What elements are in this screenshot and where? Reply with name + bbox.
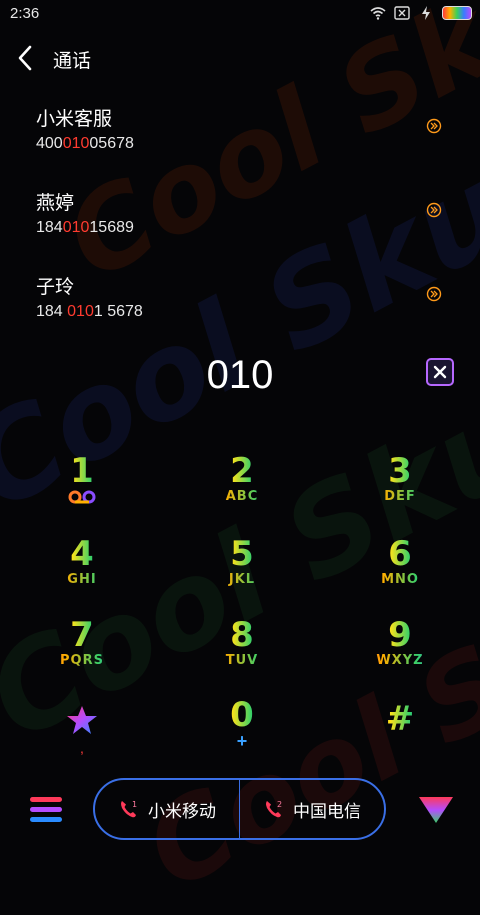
- key-3[interactable]: 3 DEF: [350, 452, 450, 522]
- clear-button[interactable]: [426, 358, 454, 386]
- key-8[interactable]: 8 TUV: [192, 616, 292, 686]
- key-letters: ABC: [192, 490, 292, 504]
- key-2[interactable]: 2 ABC: [192, 452, 292, 522]
- status-bar: 2:36: [0, 0, 480, 28]
- menu-icon[interactable]: [30, 795, 62, 825]
- key-0[interactable]: 0 +: [192, 696, 292, 766]
- status-icons: [370, 6, 472, 20]
- key-digit: #: [350, 700, 450, 738]
- contact-detail-icon[interactable]: [426, 202, 442, 218]
- key-letters: PQRS: [32, 654, 132, 668]
- key-digit: 1: [32, 452, 132, 490]
- key-letters: TUV: [192, 654, 292, 668]
- key-4[interactable]: 4 GHI: [32, 535, 132, 605]
- key-5[interactable]: 5 JKL: [192, 535, 292, 605]
- sim1-label: 小米移动: [148, 801, 216, 821]
- key-7[interactable]: 7 PQRS: [32, 616, 132, 686]
- status-time: 2:36: [10, 5, 40, 22]
- key-letters: +: [236, 731, 248, 751]
- key-6[interactable]: 6 MNO: [350, 535, 450, 605]
- key-digit: 8: [192, 616, 292, 654]
- contact-detail-icon[interactable]: [426, 286, 442, 302]
- no-sim-icon: [394, 6, 410, 20]
- key-digit: 5: [192, 535, 292, 573]
- key-digit: 0: [192, 696, 292, 734]
- key-hash[interactable]: #: [350, 700, 450, 770]
- phone-sim2-icon: 2: [266, 800, 282, 818]
- contact-item[interactable]: 小米客服 40001005678: [0, 104, 480, 188]
- bottom-bar: 1 小米移动 2 中国电信: [0, 775, 480, 845]
- key-letters: WXYZ: [350, 654, 450, 668]
- key-letters: JKL: [192, 573, 292, 587]
- back-arrow-icon[interactable]: [14, 44, 38, 72]
- contact-number: 184 0101 5678: [36, 303, 143, 320]
- key-digit: 7: [32, 616, 132, 654]
- contact-item[interactable]: 子玲 184 0101 5678: [0, 272, 480, 356]
- key-digit: 9: [350, 616, 450, 654]
- page-title: 通话: [53, 51, 92, 72]
- contact-name: 燕婷: [36, 193, 75, 214]
- sim-call-group: 1 小米移动 2 中国电信: [93, 778, 386, 840]
- star-icon: [67, 706, 97, 734]
- contact-detail-icon[interactable]: [426, 118, 442, 134]
- charging-icon: [422, 6, 430, 20]
- key-digit: 3: [350, 452, 450, 490]
- call-sim2-button[interactable]: 2 中国电信: [240, 780, 384, 838]
- key-letters: ,: [80, 740, 84, 756]
- dial-keypad: 1 2 ABC 3 DEF 4 GHI 5 JKL 6 MNO 7 PQRS 8…: [0, 452, 480, 782]
- key-digit: 2: [192, 452, 292, 490]
- key-letters: GHI: [32, 573, 132, 587]
- call-sim1-button[interactable]: 1 小米移动: [95, 780, 239, 838]
- battery-icon: [442, 6, 472, 20]
- close-icon: [433, 365, 447, 379]
- key-digit: 4: [32, 535, 132, 573]
- contact-item[interactable]: 燕婷 18401015689: [0, 188, 480, 272]
- key-star[interactable]: ,: [32, 700, 132, 770]
- contact-name: 子玲: [36, 277, 75, 298]
- contact-number: 40001005678: [36, 135, 134, 152]
- header: 通话: [0, 38, 480, 78]
- svg-text:2: 2: [277, 800, 282, 809]
- key-9[interactable]: 9 WXYZ: [350, 616, 450, 686]
- wifi-icon: [370, 7, 386, 20]
- svg-text:1: 1: [132, 800, 137, 809]
- key-digit: 6: [350, 535, 450, 573]
- sim2-label: 中国电信: [293, 801, 361, 821]
- key-letters: DEF: [350, 490, 450, 504]
- phone-sim1-icon: 1: [121, 800, 137, 818]
- key-1[interactable]: 1: [32, 452, 132, 522]
- contact-name: 小米客服: [36, 109, 113, 130]
- contact-list: 小米客服 40001005678 燕婷 18401015689 子玲 184 0…: [0, 104, 480, 356]
- dialed-number: 010: [206, 353, 274, 397]
- voicemail-icon: [68, 490, 96, 504]
- contact-number: 18401015689: [36, 219, 134, 236]
- collapse-keypad-icon[interactable]: [417, 793, 455, 825]
- key-letters: MNO: [350, 573, 450, 587]
